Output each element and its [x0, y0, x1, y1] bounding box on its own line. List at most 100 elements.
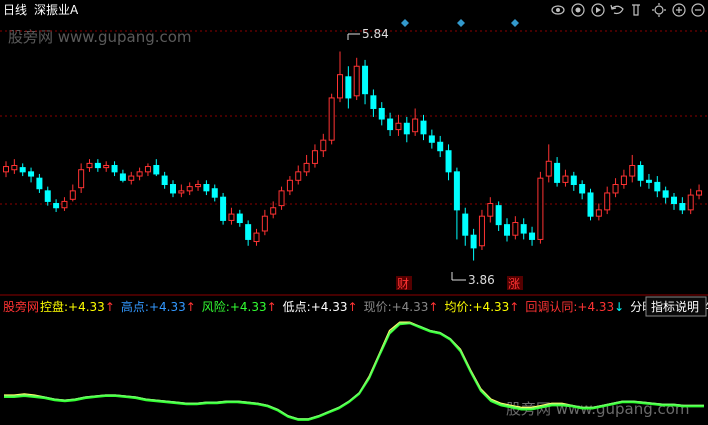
settings-icon[interactable] [652, 3, 666, 17]
candle[interactable] [537, 171, 544, 244]
candle[interactable] [554, 157, 561, 187]
candle[interactable] [195, 180, 202, 191]
candle[interactable] [562, 169, 569, 187]
candle[interactable] [570, 171, 577, 191]
candle[interactable] [211, 184, 218, 202]
candle[interactable] [69, 184, 76, 202]
candle[interactable] [437, 135, 444, 158]
candle[interactable] [144, 163, 151, 177]
event-diamond[interactable] [401, 19, 409, 27]
candle-body [453, 171, 460, 211]
candle[interactable] [370, 89, 377, 117]
candle[interactable] [3, 161, 9, 178]
play-icon[interactable] [571, 3, 585, 17]
candle[interactable] [637, 161, 644, 187]
candle[interactable] [44, 186, 51, 206]
candle[interactable] [303, 154, 310, 177]
candle[interactable] [337, 51, 343, 103]
candle[interactable] [86, 159, 93, 172]
candle[interactable] [320, 133, 327, 158]
candle[interactable] [470, 228, 477, 261]
candle[interactable] [203, 180, 210, 196]
candle[interactable] [428, 129, 435, 149]
candle[interactable] [19, 163, 26, 177]
candle[interactable] [245, 220, 252, 246]
candle[interactable] [495, 201, 502, 231]
candle[interactable] [186, 182, 193, 196]
candle[interactable] [362, 59, 369, 105]
candle[interactable] [228, 207, 235, 225]
candle[interactable] [529, 226, 536, 246]
candle[interactable] [119, 169, 126, 183]
event-diamond[interactable] [457, 19, 465, 27]
candle[interactable] [679, 197, 686, 215]
candle[interactable] [453, 167, 460, 240]
event-diamond[interactable] [511, 19, 519, 27]
event-cai-badge[interactable]: 财 [396, 276, 412, 291]
candle[interactable] [295, 165, 302, 185]
candle[interactable] [261, 209, 268, 236]
candle[interactable] [278, 186, 285, 210]
candle[interactable] [353, 57, 360, 101]
candle[interactable] [11, 159, 18, 174]
candle[interactable] [579, 180, 586, 200]
candle[interactable] [487, 197, 494, 223]
candle[interactable] [395, 114, 402, 136]
undo-icon[interactable] [610, 4, 624, 15]
candle[interactable] [445, 144, 452, 181]
candle[interactable] [253, 228, 260, 246]
candle[interactable] [136, 167, 143, 181]
candle[interactable] [654, 176, 661, 198]
candle[interactable] [345, 66, 352, 109]
candle[interactable] [662, 186, 669, 204]
candle[interactable] [178, 184, 185, 198]
candle[interactable] [286, 176, 293, 196]
candle[interactable] [629, 154, 636, 183]
candle[interactable] [161, 171, 168, 189]
candle[interactable] [462, 207, 469, 246]
candle[interactable] [620, 169, 627, 189]
candle[interactable] [311, 144, 318, 168]
candle[interactable] [512, 216, 519, 240]
candle[interactable] [478, 209, 485, 250]
period-label[interactable]: 日线 [3, 3, 27, 17]
candle[interactable] [612, 178, 619, 198]
candle[interactable] [103, 161, 110, 172]
candle[interactable] [604, 186, 611, 215]
candle[interactable] [220, 192, 227, 225]
candle[interactable] [687, 188, 694, 215]
candle[interactable] [36, 173, 43, 193]
candle[interactable] [595, 203, 602, 221]
candle[interactable] [53, 199, 60, 212]
candle[interactable] [645, 173, 652, 189]
candle[interactable] [378, 102, 385, 126]
candle[interactable] [587, 188, 594, 221]
candle-body [679, 203, 686, 211]
eye-icon[interactable] [551, 5, 565, 15]
settings-icon[interactable] [632, 4, 640, 16]
candle[interactable] [128, 171, 135, 185]
event-zhang-badge[interactable]: 涨 [507, 276, 523, 291]
candle[interactable] [78, 163, 85, 193]
candle[interactable] [504, 218, 510, 242]
candle[interactable] [412, 108, 419, 136]
zoom-in-icon[interactable] [672, 3, 686, 17]
candle[interactable] [545, 144, 552, 183]
candle[interactable] [328, 93, 335, 145]
candle[interactable] [696, 184, 703, 200]
help-button[interactable]: 指标说明 [645, 296, 707, 317]
candle[interactable] [236, 209, 243, 227]
candle[interactable] [170, 180, 176, 198]
candle[interactable] [403, 116, 410, 143]
candle[interactable] [94, 159, 101, 172]
candle[interactable] [520, 218, 527, 240]
play-icon[interactable] [591, 3, 605, 17]
candle[interactable] [61, 197, 68, 211]
candle[interactable] [420, 114, 427, 141]
candle-body [545, 160, 552, 177]
candle[interactable] [28, 167, 35, 183]
candle[interactable] [671, 192, 677, 210]
candle[interactable] [111, 161, 118, 177]
zoom-out-icon[interactable] [691, 3, 705, 17]
candle[interactable] [153, 159, 160, 177]
